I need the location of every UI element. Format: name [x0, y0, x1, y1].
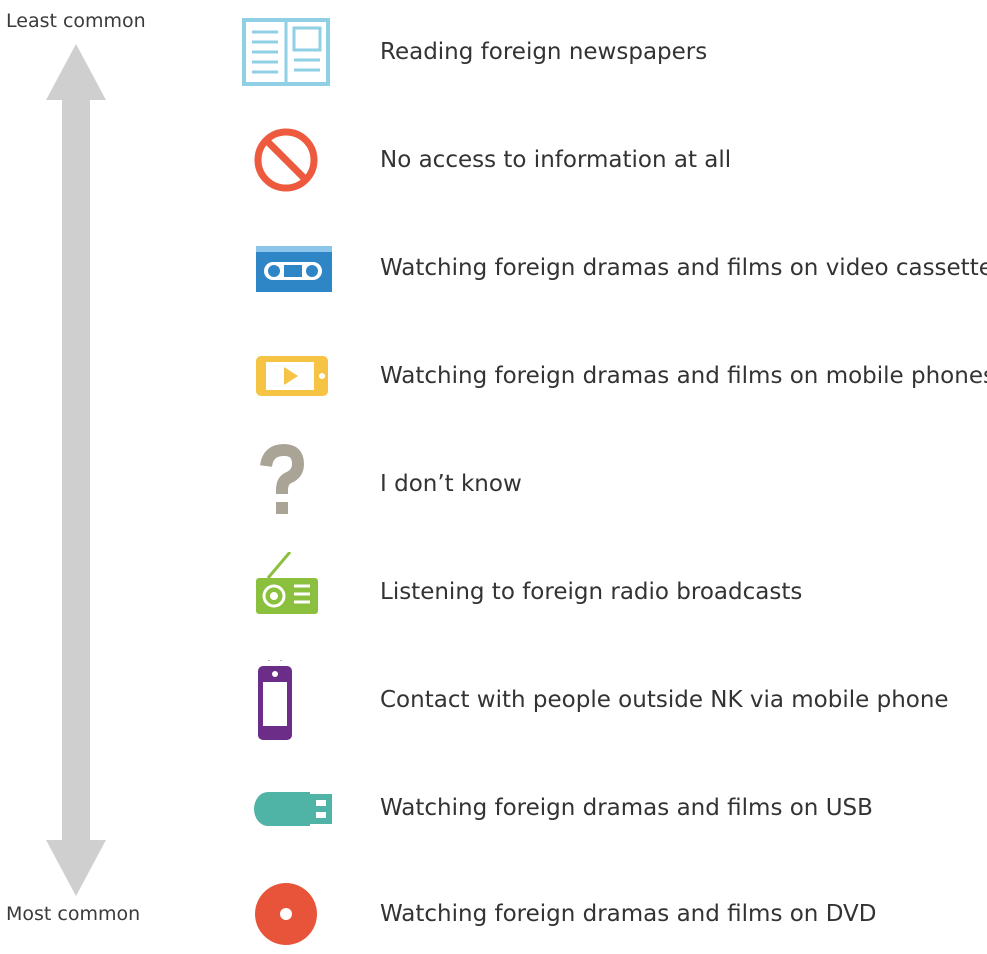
list-item: Watching foreign dramas and films on USB [0, 768, 987, 848]
ringing-phone-icon [258, 660, 292, 740]
list-item: Watching foreign dramas and films on DVD [0, 874, 987, 954]
newspaper-icon [242, 18, 330, 86]
list-item: Contact with people outside NK via mobil… [0, 660, 987, 740]
list-item: Watching foreign dramas and films on mob… [0, 336, 987, 416]
mobile-phone-landscape-icon [256, 356, 328, 396]
item-label: Watching foreign dramas and films on vid… [380, 255, 987, 281]
list-item: I don’t know [0, 444, 987, 524]
radio-icon [256, 552, 318, 614]
list-item: Listening to foreign radio broadcasts [0, 552, 987, 632]
item-label: Watching foreign dramas and films on USB [380, 795, 873, 821]
video-cassette-icon [256, 246, 332, 292]
list-item: Watching foreign dramas and films on vid… [0, 228, 987, 308]
item-label: No access to information at all [380, 147, 732, 173]
no-access-icon [254, 128, 318, 192]
item-label: Reading foreign newspapers [380, 39, 708, 65]
list-item: Reading foreign newspapers [0, 12, 987, 92]
item-label: I don’t know [380, 471, 522, 497]
dvd-icon [255, 883, 317, 945]
item-label: Watching foreign dramas and films on DVD [380, 901, 877, 927]
usb-icon [254, 792, 332, 826]
list-item: No access to information at all [0, 120, 987, 200]
question-mark-icon [260, 444, 305, 514]
item-label: Contact with people outside NK via mobil… [380, 687, 949, 713]
item-label: Listening to foreign radio broadcasts [380, 579, 803, 605]
item-label: Watching foreign dramas and films on mob… [380, 363, 987, 389]
